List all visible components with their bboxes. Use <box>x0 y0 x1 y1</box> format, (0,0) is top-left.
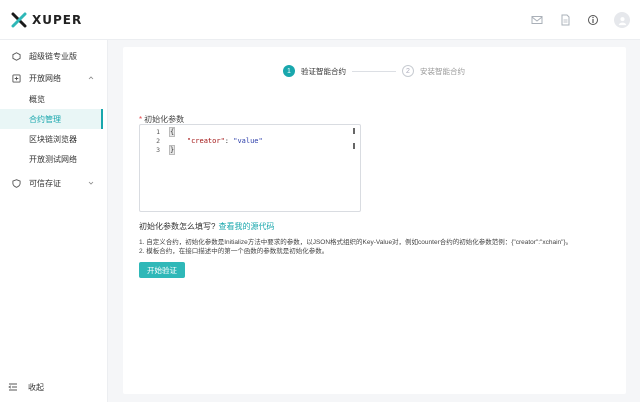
top-header: XUPER <box>0 0 640 40</box>
start-verify-button[interactable]: 开始验证 <box>139 262 185 278</box>
xuper-logo-icon <box>11 12 27 28</box>
help-question: 初始化参数怎么填写? <box>139 222 216 231</box>
sidebar-item-overview[interactable]: 概览 <box>0 89 103 109</box>
collapse-label: 收起 <box>28 382 44 392</box>
hexagon-icon <box>12 52 21 61</box>
info-icon[interactable] <box>586 13 600 27</box>
logo-text: XUPER <box>32 13 83 27</box>
network-icon <box>12 74 21 83</box>
mail-icon[interactable] <box>530 13 544 27</box>
chevron-up-icon <box>88 76 94 80</box>
line-number: 1 <box>156 128 160 136</box>
sidebar: 超级链专业版 开放网络 概览 合约管理 区块链浏览器 开放测试网络 可信存证 收… <box>0 40 108 402</box>
sidebar-item-label: 超级链专业版 <box>29 51 77 61</box>
code-key: "creator" <box>186 137 225 145</box>
note-2: 2. 模板合约，在接口描述中的第一个函数的参数就是初始化参数。 <box>139 248 329 255</box>
sidebar-item-xuper-pro[interactable]: 超级链专业版 <box>0 46 103 66</box>
collapse-sidebar-button[interactable]: 收起 <box>8 380 44 394</box>
step-1-label: 验证智能合约 <box>301 66 346 76</box>
sidebar-item-contract-management[interactable]: 合约管理 <box>0 109 103 129</box>
step-2-label: 安装智能合约 <box>420 66 465 76</box>
step-2-circle: 2 <box>402 65 414 77</box>
sidebar-item-label: 可信存证 <box>29 178 61 188</box>
sidebar-item-open-network[interactable]: 开放网络 <box>0 68 103 88</box>
collapse-menu-icon <box>8 383 17 391</box>
required-mark: * <box>139 115 143 124</box>
sidebar-item-label: 概览 <box>29 94 45 104</box>
sidebar-item-label: 开放测试网络 <box>29 154 77 164</box>
line-number: 2 <box>156 137 160 145</box>
document-icon[interactable] <box>558 13 572 27</box>
sidebar-item-label: 开放网络 <box>29 73 61 83</box>
chevron-down-icon <box>88 181 94 185</box>
view-source-link[interactable]: 查看我的源代码 <box>218 222 274 231</box>
help-text: 初始化参数怎么填写? 查看我的源代码 <box>139 221 274 232</box>
code-content[interactable]: { "creator": "value" } <box>168 127 263 155</box>
xuper-logo[interactable]: XUPER <box>11 11 82 29</box>
code-separator: : <box>224 137 234 145</box>
step-1-circle: 1 <box>283 65 295 77</box>
shield-icon <box>12 179 21 188</box>
init-params-label-text: 初始化参数 <box>144 115 185 124</box>
sidebar-item-trusted-evidence[interactable]: 可信存证 <box>0 173 103 193</box>
init-params-editor[interactable]: 1 2 3 { "creator": "value" } <box>139 124 361 212</box>
code-open-brace: { <box>168 127 176 137</box>
code-value: "value" <box>233 137 263 145</box>
step-connector <box>352 70 396 72</box>
sidebar-item-label: 区块链浏览器 <box>29 134 77 144</box>
scrollbar-marker[interactable] <box>353 128 355 134</box>
sidebar-item-label: 合约管理 <box>29 114 61 124</box>
code-close-brace: } <box>168 145 176 155</box>
sidebar-item-block-explorer[interactable]: 区块链浏览器 <box>0 129 103 149</box>
user-avatar-icon[interactable] <box>614 12 630 28</box>
scrollbar-marker[interactable] <box>353 143 355 149</box>
step-indicator: 1 验证智能合约 2 安装智能合约 <box>283 64 465 78</box>
line-numbers: 1 2 3 <box>140 128 160 155</box>
line-number: 3 <box>156 146 160 154</box>
sidebar-item-open-testnet[interactable]: 开放测试网络 <box>0 149 103 169</box>
